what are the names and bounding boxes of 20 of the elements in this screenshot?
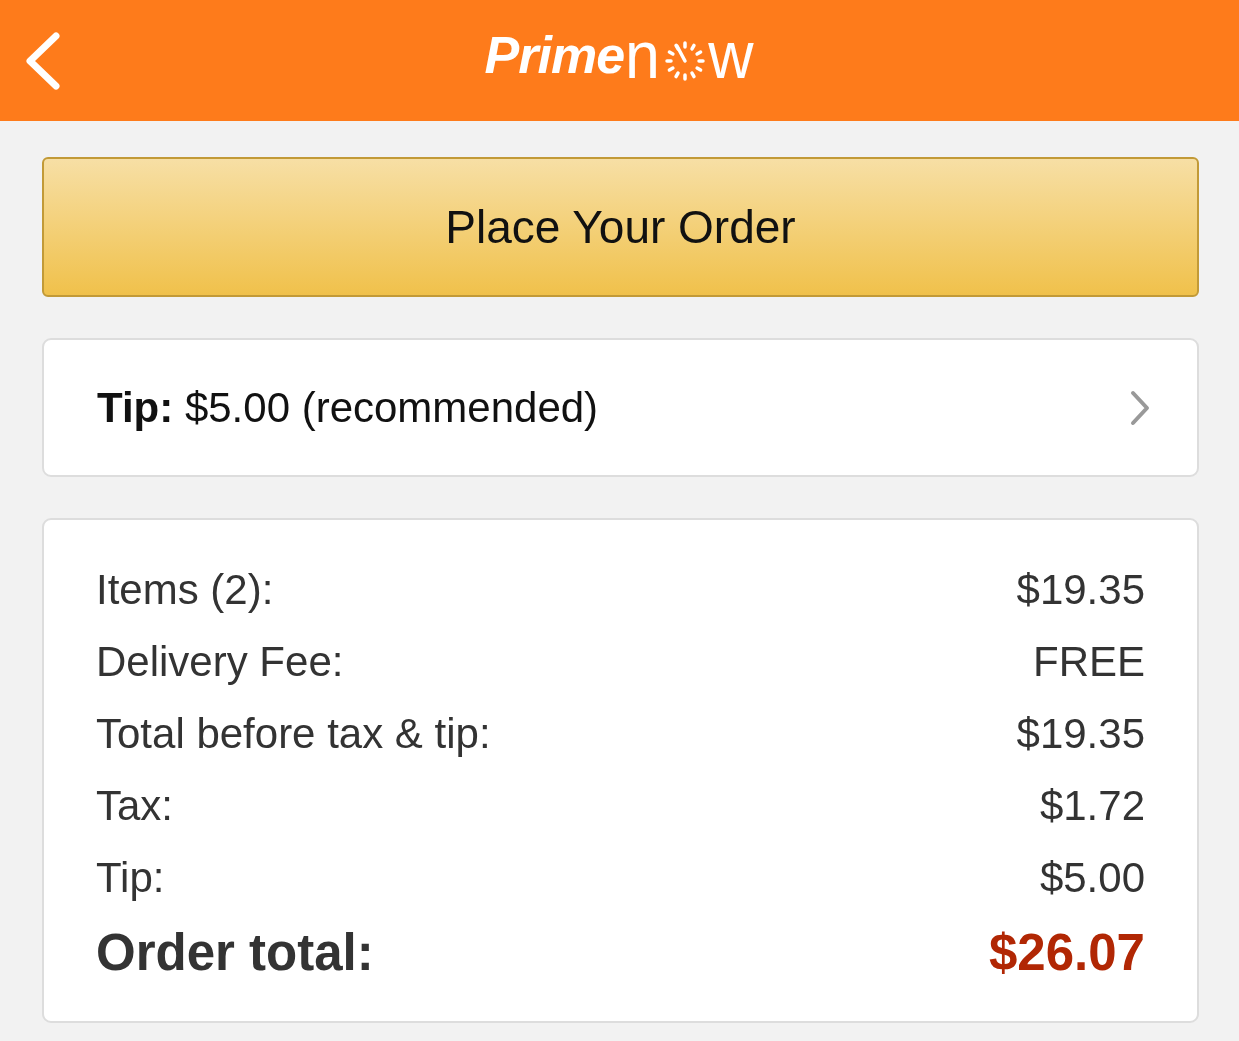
- logo-letter: w: [707, 21, 754, 88]
- chevron-right-icon: [1129, 389, 1151, 426]
- order-total-value: $26.07: [989, 922, 1145, 982]
- summary-label: Items (2):: [96, 566, 274, 614]
- place-order-button[interactable]: Place Your Order: [42, 157, 1199, 297]
- summary-value: FREE: [1033, 638, 1145, 686]
- clock-icon: [664, 40, 705, 81]
- logo-bold-word: Prime: [484, 28, 625, 81]
- summary-label: Tip:: [96, 854, 165, 902]
- summary-value: $1.72: [1039, 782, 1145, 830]
- summary-label: Total before tax & tip:: [96, 710, 491, 758]
- logo-letter: n: [625, 21, 660, 88]
- summary-value: $5.00: [1039, 854, 1145, 902]
- order-total-label: Order total:: [96, 922, 374, 982]
- tip-selector[interactable]: Tip: $5.00 (recommended): [42, 338, 1199, 477]
- tip-text: Tip: $5.00 (recommended): [97, 383, 599, 432]
- summary-value: $19.35: [1016, 566, 1145, 614]
- summary-label: Tax:: [96, 782, 174, 830]
- summary-value: $19.35: [1016, 710, 1145, 758]
- summary-label: Delivery Fee:: [96, 638, 344, 686]
